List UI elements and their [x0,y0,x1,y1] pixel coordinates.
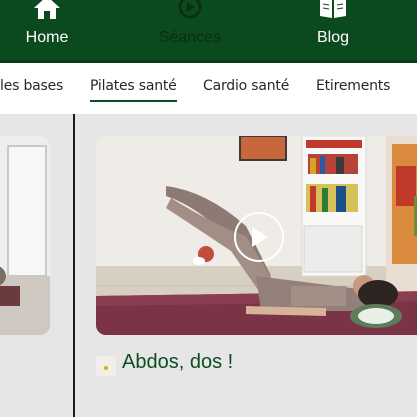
nav-label-seances: Séances [158,29,222,46]
session-title[interactable]: Abdos, dos ! [122,351,233,374]
session-card[interactable] [96,136,417,335]
tab-etirements[interactable]: Etirements [316,78,390,94]
tab-les-bases[interactable]: les bases [0,78,63,94]
previous-session-thumbnail[interactable] [0,136,50,335]
session-type-icon [96,356,116,376]
book-icon [318,0,348,20]
column-divider [73,114,75,417]
tab-cardio-sante[interactable]: Cardio santé [203,78,289,94]
top-navigation-bar: Home Séances Blog [0,0,417,63]
nav-item-blog[interactable]: Blog [273,0,393,60]
home-icon [32,0,62,20]
nav-label-home: Home [25,29,69,46]
session-list: Abdos, dos ! [0,114,417,417]
nav-item-home[interactable]: Home [0,0,107,60]
category-tabs: les bases Pilates santé Cardio santé Eti… [0,63,417,114]
nav-item-seances[interactable]: Séances [130,0,250,60]
nav-label-blog: Blog [316,29,350,46]
play-button[interactable] [234,212,284,262]
play-circle-icon [175,0,205,20]
play-icon [252,227,268,247]
tab-pilates-sante[interactable]: Pilates santé [90,78,177,102]
